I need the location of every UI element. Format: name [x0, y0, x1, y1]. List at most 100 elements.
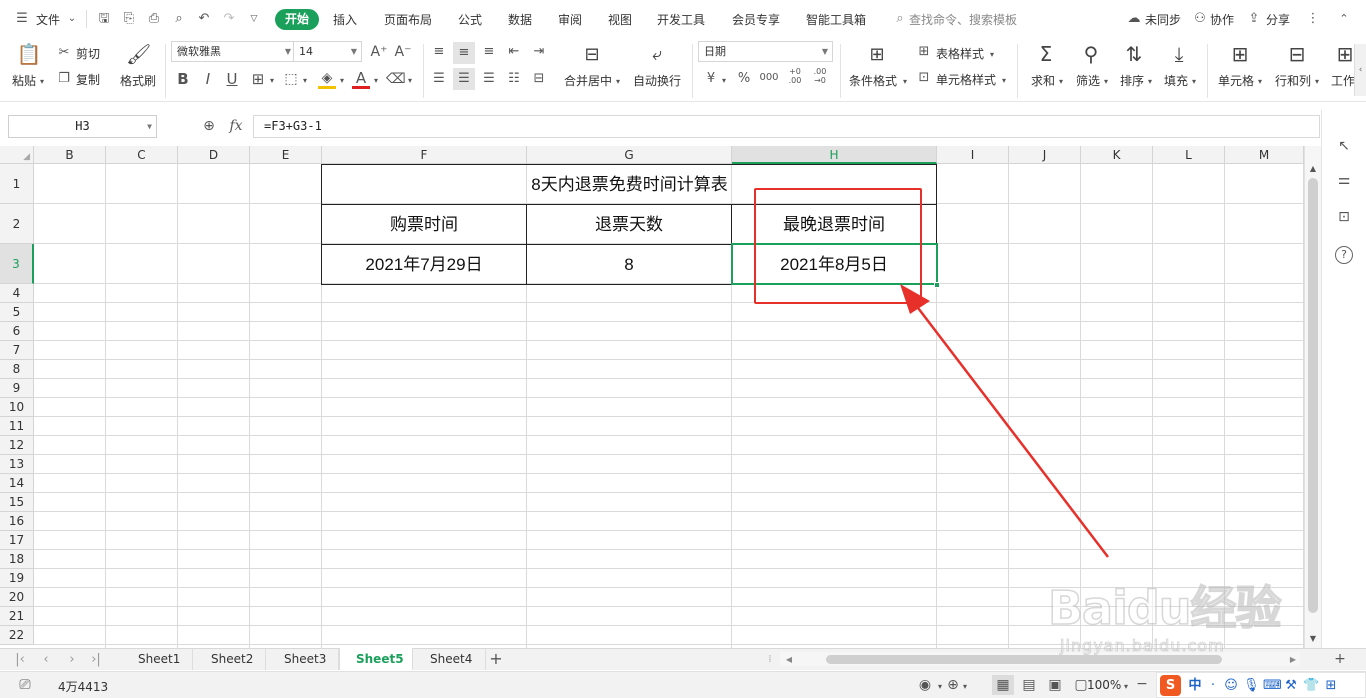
format-painter-button[interactable]: 格式刷: [120, 72, 156, 89]
row-header-6[interactable]: 6: [0, 322, 34, 341]
sogou-logo-icon[interactable]: S: [1160, 675, 1181, 696]
col-header-D[interactable]: D: [178, 146, 250, 164]
worksheet-icon[interactable]: ⊞: [1335, 42, 1355, 66]
row-header-21[interactable]: 21: [0, 607, 34, 626]
decrease-decimal-icon[interactable]: .00 →0: [810, 67, 830, 85]
cell-shape-dropdown-icon[interactable]: ▾: [301, 73, 309, 89]
col-header-B[interactable]: B: [34, 146, 106, 164]
filter-icon[interactable]: ⚲: [1079, 42, 1103, 66]
print-icon[interactable]: ⎙: [146, 11, 162, 27]
cut-button[interactable]: 剪切: [76, 45, 100, 62]
macro-record-icon[interactable]: ⎚: [16, 677, 34, 693]
cell-style-dropdown-icon[interactable]: ▾: [1000, 73, 1008, 89]
row-header-2[interactable]: 2: [0, 204, 34, 244]
print-preview-icon[interactable]: ⌕: [171, 11, 187, 27]
table-style-dropdown-icon[interactable]: ▾: [988, 47, 996, 63]
normal-view-icon[interactable]: ▦: [992, 675, 1014, 695]
underline-icon[interactable]: U: [225, 71, 239, 87]
fx-icon[interactable]: fx: [227, 118, 245, 134]
sum-button[interactable]: 求和: [1031, 72, 1055, 89]
paste-button[interactable]: 粘贴: [12, 72, 36, 89]
conditional-format-button[interactable]: 条件格式: [849, 72, 897, 89]
ime-toolbox-icon[interactable]: ⚒: [1283, 678, 1299, 694]
zoom-formula-icon[interactable]: ⊕: [201, 118, 217, 134]
row-header-1[interactable]: 1: [0, 164, 34, 204]
paste-dropdown-icon[interactable]: ▾: [38, 74, 46, 90]
row-header-20[interactable]: 20: [0, 588, 34, 607]
eraser-dropdown-icon[interactable]: ▾: [406, 73, 414, 89]
sort-button[interactable]: 排序: [1120, 72, 1144, 89]
wrap-text-icon[interactable]: ⤶: [644, 43, 670, 67]
merge-center-button[interactable]: 合并居中: [564, 72, 612, 89]
row-col-dropdown-icon[interactable]: ▾: [1313, 74, 1321, 90]
customize-dropdown-icon[interactable]: ▽: [246, 11, 262, 27]
search-command[interactable]: 查找命令、搜索模板: [909, 11, 1017, 28]
ime-chinese-mode-icon[interactable]: 中: [1187, 678, 1203, 694]
row-header-5[interactable]: 5: [0, 303, 34, 322]
tab-developer[interactable]: 开发工具: [657, 11, 705, 28]
header-purchase-time[interactable]: 购票时间: [322, 205, 526, 244]
decrease-font-icon[interactable]: A⁻: [394, 44, 412, 60]
more-icon[interactable]: ⋮: [1305, 11, 1321, 27]
col-header-M[interactable]: M: [1225, 146, 1304, 164]
scroll-up-icon[interactable]: ▲: [1307, 161, 1319, 177]
conditional-format-dropdown-icon[interactable]: ▾: [901, 74, 909, 90]
row-col-icon[interactable]: ⊟: [1285, 42, 1309, 66]
justify-icon[interactable]: ☷: [505, 71, 523, 87]
vertical-scroll-thumb[interactable]: [1308, 178, 1318, 613]
row-col-button[interactable]: 行和列: [1275, 72, 1311, 89]
conditional-format-icon[interactable]: ⊞: [864, 43, 890, 67]
select-all-corner[interactable]: ◢: [0, 146, 34, 164]
zoom-out-icon[interactable]: −: [1136, 676, 1148, 692]
share-button[interactable]: 分享: [1266, 11, 1290, 28]
prev-sheet-icon[interactable]: ‹: [40, 652, 52, 668]
save-icon[interactable]: 🖫: [96, 11, 112, 27]
fill-button[interactable]: 填充: [1164, 72, 1188, 89]
row-header-11[interactable]: 11: [0, 417, 34, 436]
ime-voice-icon[interactable]: 🎙: [1243, 678, 1260, 694]
font-color-icon[interactable]: A: [352, 70, 370, 89]
fill-color-dropdown-icon[interactable]: ▾: [338, 73, 346, 89]
currency-dropdown-icon[interactable]: ▾: [720, 73, 728, 89]
row-header-12[interactable]: 12: [0, 436, 34, 455]
row-header-10[interactable]: 10: [0, 398, 34, 417]
next-sheet-icon[interactable]: ›: [66, 652, 78, 668]
cell-style-button[interactable]: 单元格样式: [936, 71, 996, 88]
add-icon[interactable]: +: [1333, 651, 1347, 667]
ime-keyboard-icon[interactable]: ⌨: [1263, 678, 1282, 694]
page-break-view-icon[interactable]: ▣: [1046, 677, 1064, 693]
wrap-text-button[interactable]: 自动换行: [633, 72, 681, 89]
row-header-15[interactable]: 15: [0, 493, 34, 512]
collapse-ribbon-icon[interactable]: ⌃: [1336, 11, 1352, 27]
tab-page-layout[interactable]: 页面布局: [384, 11, 432, 28]
zoom-level[interactable]: 100%: [1087, 678, 1121, 692]
sort-dropdown-icon[interactable]: ▾: [1146, 74, 1154, 90]
row-header-13[interactable]: 13: [0, 455, 34, 474]
export-icon[interactable]: ⎘: [121, 11, 137, 27]
number-format-select[interactable]: 日期 ▼: [698, 41, 833, 62]
cell-F3[interactable]: 2021年7月29日: [322, 245, 526, 284]
redo-icon[interactable]: ↷: [221, 11, 237, 27]
row-header-18[interactable]: 18: [0, 550, 34, 569]
last-sheet-icon[interactable]: ›|: [90, 652, 102, 668]
currency-icon[interactable]: ¥: [703, 71, 719, 87]
row-header-14[interactable]: 14: [0, 474, 34, 493]
tab-insert[interactable]: 插入: [333, 11, 357, 28]
border-dropdown-icon[interactable]: ▾: [268, 73, 276, 89]
paste-icon[interactable]: 📋: [16, 42, 42, 66]
filter-dropdown-icon[interactable]: ▾: [1102, 74, 1110, 90]
fill-dropdown-icon[interactable]: ▾: [1190, 74, 1198, 90]
col-header-E[interactable]: E: [250, 146, 322, 164]
sum-dropdown-icon[interactable]: ▾: [1057, 74, 1065, 90]
row-header-22[interactable]: 22: [0, 626, 34, 645]
tab-smart-toolbox[interactable]: 智能工具箱: [806, 11, 866, 28]
zoom-dropdown-icon[interactable]: ▾: [1122, 679, 1130, 695]
sum-icon[interactable]: Σ: [1034, 42, 1058, 66]
sync-status[interactable]: 未同步: [1145, 11, 1181, 28]
chevron-down-icon[interactable]: ⌄: [66, 11, 78, 27]
add-sheet-icon[interactable]: +: [488, 651, 504, 667]
cell-button[interactable]: 单元格: [1218, 72, 1254, 89]
font-name-select[interactable]: 微软雅黑 ▼: [171, 41, 296, 62]
row-header-17[interactable]: 17: [0, 531, 34, 550]
worksheet-button[interactable]: 工作: [1331, 72, 1355, 89]
